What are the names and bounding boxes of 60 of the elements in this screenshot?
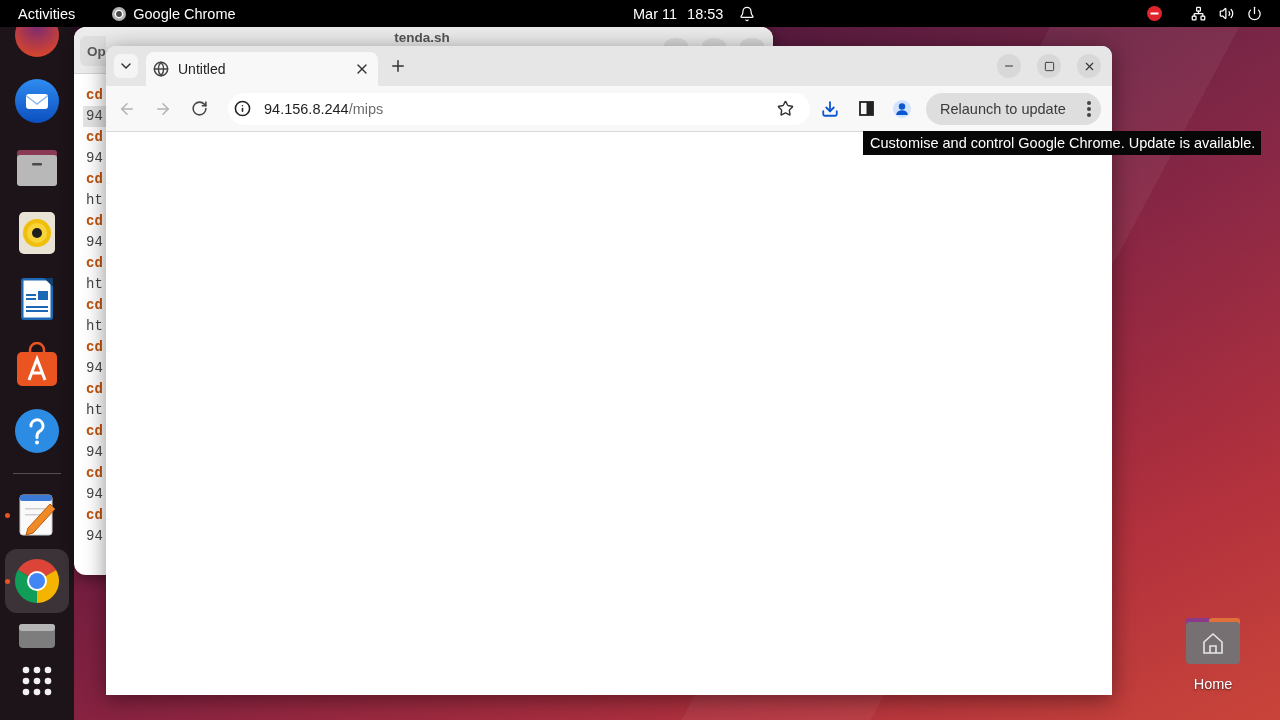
drive-icon [18,623,56,649]
chrome-icon [112,6,127,21]
desktop-shortcut[interactable]: Home [1180,617,1246,692]
app-grid-icon [22,666,52,696]
power-icon[interactable] [1247,6,1262,21]
code-line: cd [85,128,104,147]
code-line: cd [85,338,104,357]
star-icon [776,100,794,117]
relaunch-button[interactable]: Relaunch to update [926,92,1101,125]
maximize-button[interactable] [1037,54,1061,78]
code-line: 94 [85,527,104,546]
code-line: cd [85,86,104,105]
code-line: cd [85,380,104,399]
activities-button[interactable]: Activities [18,0,76,27]
dock-item[interactable] [5,549,69,613]
globe-icon [153,61,169,77]
code-line: ht [85,191,104,210]
tooltip: Customise and control Google Chrome. Update is available. [863,131,1262,155]
chrome-icon [14,558,60,604]
side-panel-icon [858,101,874,116]
tab[interactable]: Untitled [146,52,378,86]
code-line: cd [85,296,104,315]
code-line: 94 [85,443,104,462]
volume-icon[interactable] [1219,6,1234,21]
plus-icon [389,57,407,75]
code-line: ht [85,317,104,336]
url-text: 94.156.8.244/mips [264,100,384,117]
minimize-button[interactable] [997,54,1021,78]
code-line: cd [85,422,104,441]
code-line: ht [85,275,104,294]
code-line: 94 [85,485,104,504]
code-line: 94 [85,233,104,252]
code-line: ht [85,401,104,420]
network-icon[interactable] [1191,6,1206,21]
maximize-icon [1043,60,1055,72]
code-line: 94 [85,149,104,168]
clock-button[interactable]: Mar 11 18:53 [633,0,756,27]
code-line: cd [85,254,104,273]
app-menu-button[interactable]: Google Chrome [112,0,236,27]
bell-icon [739,5,756,22]
tab-search-button[interactable] [114,54,138,78]
code-line: cd [85,212,104,231]
download-icon [821,99,839,118]
info-icon [234,100,251,117]
home-folder-icon [1185,617,1241,665]
mail-app-icon [14,78,60,124]
window-title: tenda.sh [394,30,450,45]
help-icon [14,408,60,454]
open-button[interactable]: Op [80,36,106,66]
code-line: cd [85,464,104,483]
code-line: 94 [85,359,104,378]
more-icon [1087,100,1091,117]
shopping-bag-icon [14,342,60,388]
address-bar[interactable]: 94.156.8.244/mips [228,92,810,125]
reload-icon [190,100,208,117]
minus-circle-icon[interactable] [1147,6,1162,21]
person-icon [893,99,911,118]
close-window-button[interactable] [1077,54,1101,78]
code-line: cd [85,170,104,189]
code-line: cd [85,506,104,525]
